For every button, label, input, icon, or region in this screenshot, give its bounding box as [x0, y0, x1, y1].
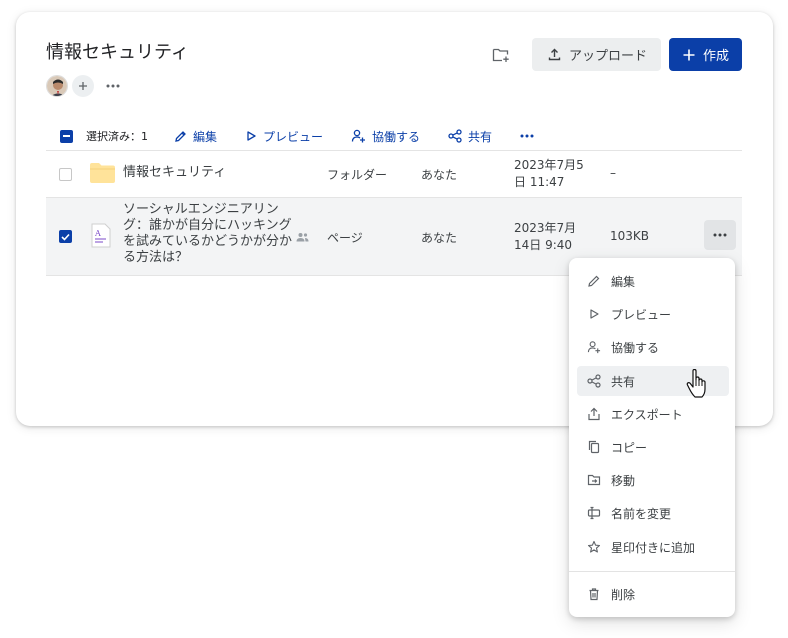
toolbar-more-button[interactable]	[520, 134, 540, 138]
move-folder-icon	[587, 474, 601, 486]
pencil-icon	[588, 275, 600, 287]
create-button[interactable]: 作成	[668, 38, 742, 71]
folder-icon	[90, 163, 115, 183]
plus-icon	[79, 82, 87, 90]
page-title: 情報セキュリティ	[46, 42, 189, 63]
file-size: –	[610, 166, 616, 180]
context-menu: 編集 プレビュー 協働する 共有 エクスポート コピー 移動 名前を変更 星印付…	[569, 258, 735, 617]
file-name[interactable]: 情報セキュリティ	[123, 165, 226, 181]
file-type: ページ	[327, 231, 363, 245]
file-modified: 2023年7月5 日 11:47	[514, 158, 584, 189]
upload-label: アップロード	[568, 49, 647, 64]
menu-item-edit[interactable]: 編集	[577, 266, 729, 296]
add-member-button[interactable]	[72, 75, 94, 97]
pencil-icon	[175, 130, 186, 142]
toolbar-share-button[interactable]: 共有	[448, 128, 492, 145]
share-icon	[448, 129, 462, 143]
menu-item-preview[interactable]: プレビュー	[577, 299, 729, 329]
trash-icon	[589, 588, 599, 601]
more-icon	[713, 233, 727, 237]
add-person-icon	[587, 341, 601, 354]
upload-icon	[548, 48, 561, 61]
file-type: フォルダー	[327, 168, 388, 182]
share-icon	[587, 374, 601, 388]
toolbar-edit-label: 編集	[193, 129, 218, 144]
row-checkbox[interactable]	[59, 230, 72, 243]
play-icon	[590, 309, 599, 319]
toolbar-share-label: 共有	[468, 129, 493, 144]
export-icon	[588, 407, 600, 421]
page-doc-icon: A	[91, 223, 111, 248]
shared-people-icon	[296, 233, 309, 242]
more-members-icon[interactable]	[106, 84, 120, 88]
upload-button[interactable]: アップロード	[531, 38, 661, 71]
copy-icon	[588, 440, 600, 454]
table-row[interactable]: 情報セキュリティ フォルダー あなた 2023年7月5 日 11:47 –	[46, 151, 742, 198]
play-icon	[247, 131, 256, 141]
toolbar-preview-button[interactable]: プレビュー	[245, 128, 323, 145]
toolbar-collaborate-label: 協働する	[372, 129, 421, 144]
toolbar-edit-button[interactable]: 編集	[174, 128, 217, 145]
avatar[interactable]	[46, 75, 68, 97]
row-checkbox[interactable]	[59, 168, 72, 181]
row-more-button[interactable]	[704, 220, 736, 250]
menu-divider	[569, 571, 735, 572]
hand-cursor-icon	[686, 368, 708, 403]
menu-item-collaborate[interactable]: 協働する	[577, 332, 729, 362]
members-row	[46, 74, 120, 98]
file-owner: あなた	[421, 231, 458, 245]
file-owner: あなた	[421, 168, 458, 182]
menu-item-export[interactable]: エクスポート	[577, 399, 729, 429]
menu-item-move[interactable]: 移動	[577, 465, 729, 495]
selection-toolbar: 選択済み：1 編集 プレビュー 協働する 共有	[60, 124, 568, 148]
svg-text:A: A	[94, 229, 101, 238]
select-all-checkbox[interactable]	[60, 129, 73, 143]
toolbar-collaborate-button[interactable]: 協働する	[351, 128, 420, 145]
menu-item-delete[interactable]: 削除	[577, 579, 729, 609]
top-actions: アップロード 作成	[486, 38, 742, 71]
new-folder-icon	[492, 48, 509, 62]
create-label: 作成	[702, 49, 729, 64]
toolbar-preview-label: プレビュー	[263, 129, 324, 144]
menu-item-copy[interactable]: コピー	[577, 432, 729, 462]
check-icon	[61, 233, 70, 241]
menu-item-rename[interactable]: 名前を変更	[577, 498, 729, 528]
plus-icon	[683, 49, 695, 60]
more-icon	[520, 134, 534, 138]
selected-count: 選択済み：1	[86, 130, 148, 143]
menu-item-star[interactable]: 星印付きに追加	[577, 532, 729, 562]
file-name[interactable]: ソーシャルエンジニアリン グ：誰かが自分にハッキング を試みているかどうかが分か…	[123, 202, 292, 266]
add-person-icon	[351, 129, 366, 143]
star-icon	[587, 540, 601, 553]
rename-icon	[587, 506, 601, 520]
new-folder-button[interactable]	[486, 40, 516, 70]
file-size: 103KB	[610, 229, 650, 243]
file-modified: 2023年7月 14日 9:40	[514, 221, 577, 252]
